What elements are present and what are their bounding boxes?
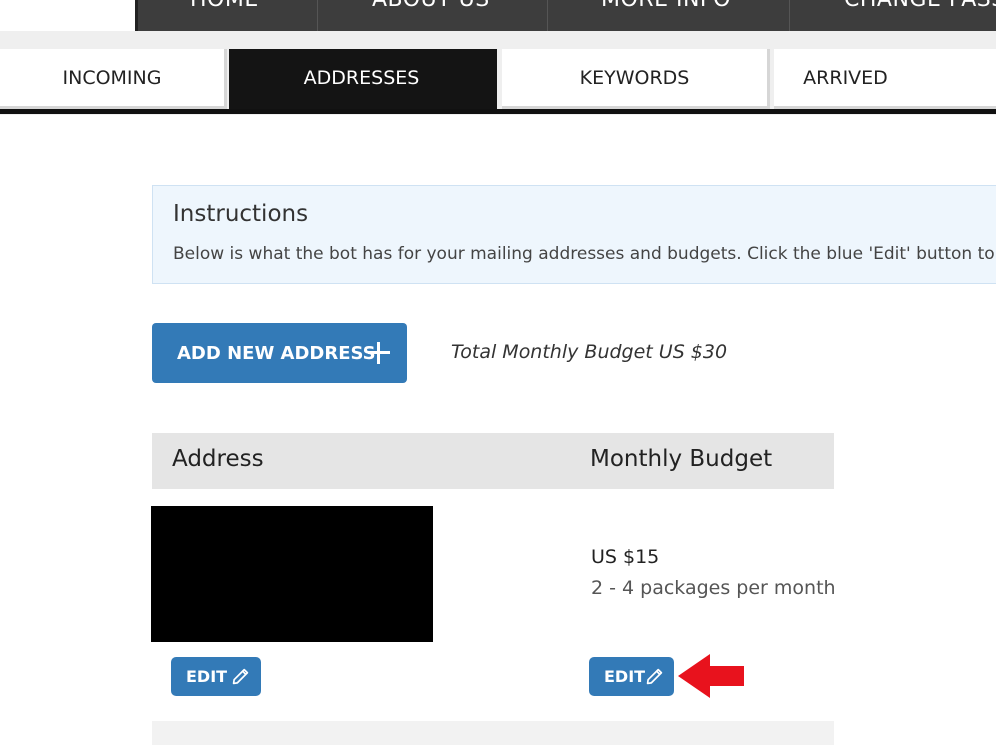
tab-addresses[interactable]: ADDRESSES [229,49,497,109]
nav-more-info[interactable]: MORE INFO [548,0,790,31]
tab-label: ADDRESSES [303,66,420,89]
instructions-panel: Instructions Below is what the bot has f… [152,185,996,284]
tab-arrived[interactable]: ARRIVED [774,49,996,109]
red-arrow-icon [678,654,744,698]
instructions-title: Instructions [173,201,309,227]
pencil-icon [232,668,249,685]
next-table-row [152,721,834,745]
tab-label: KEYWORDS [579,66,690,89]
top-nav-bar: HOME ABOUT US MORE INFO CHANGE PASS [135,0,996,31]
tab-strip: INCOMING ADDRESSES KEYWORDS ARRIVED [0,31,996,115]
column-header-monthly-budget: Monthly Budget [590,446,773,472]
budget-value: US $15 [591,546,660,568]
address-table-header: Address Monthly Budget [152,433,834,489]
edit-budget-button[interactable]: EDIT [589,657,674,696]
add-new-address-label: ADD NEW ADDRESS [177,342,376,364]
edit-address-button[interactable]: EDIT [171,657,261,696]
tab-label: ARRIVED [803,66,888,89]
tab-keywords[interactable]: KEYWORDS [502,49,770,109]
plus-icon [368,342,390,364]
pencil-icon [646,668,663,685]
add-new-address-button[interactable]: ADD NEW ADDRESS [152,323,407,383]
edit-budget-label: EDIT [604,667,646,686]
tab-label: INCOMING [62,66,162,89]
tab-underline [0,109,996,114]
column-header-address: Address [172,446,264,472]
redacted-address [151,506,433,642]
nav-about-us[interactable]: ABOUT US [318,0,548,31]
nav-home[interactable]: HOME [138,0,318,31]
instructions-text: Below is what the bot has for your maili… [173,244,996,264]
nav-change-password[interactable]: CHANGE PASS [790,0,996,31]
total-monthly-budget: Total Monthly Budget US $30 [451,341,728,363]
budget-packages: 2 - 4 packages per month [591,577,836,599]
tab-incoming[interactable]: INCOMING [0,49,227,109]
edit-address-label: EDIT [186,667,228,686]
top-navigation: HOME ABOUT US MORE INFO CHANGE PASS [0,0,996,31]
